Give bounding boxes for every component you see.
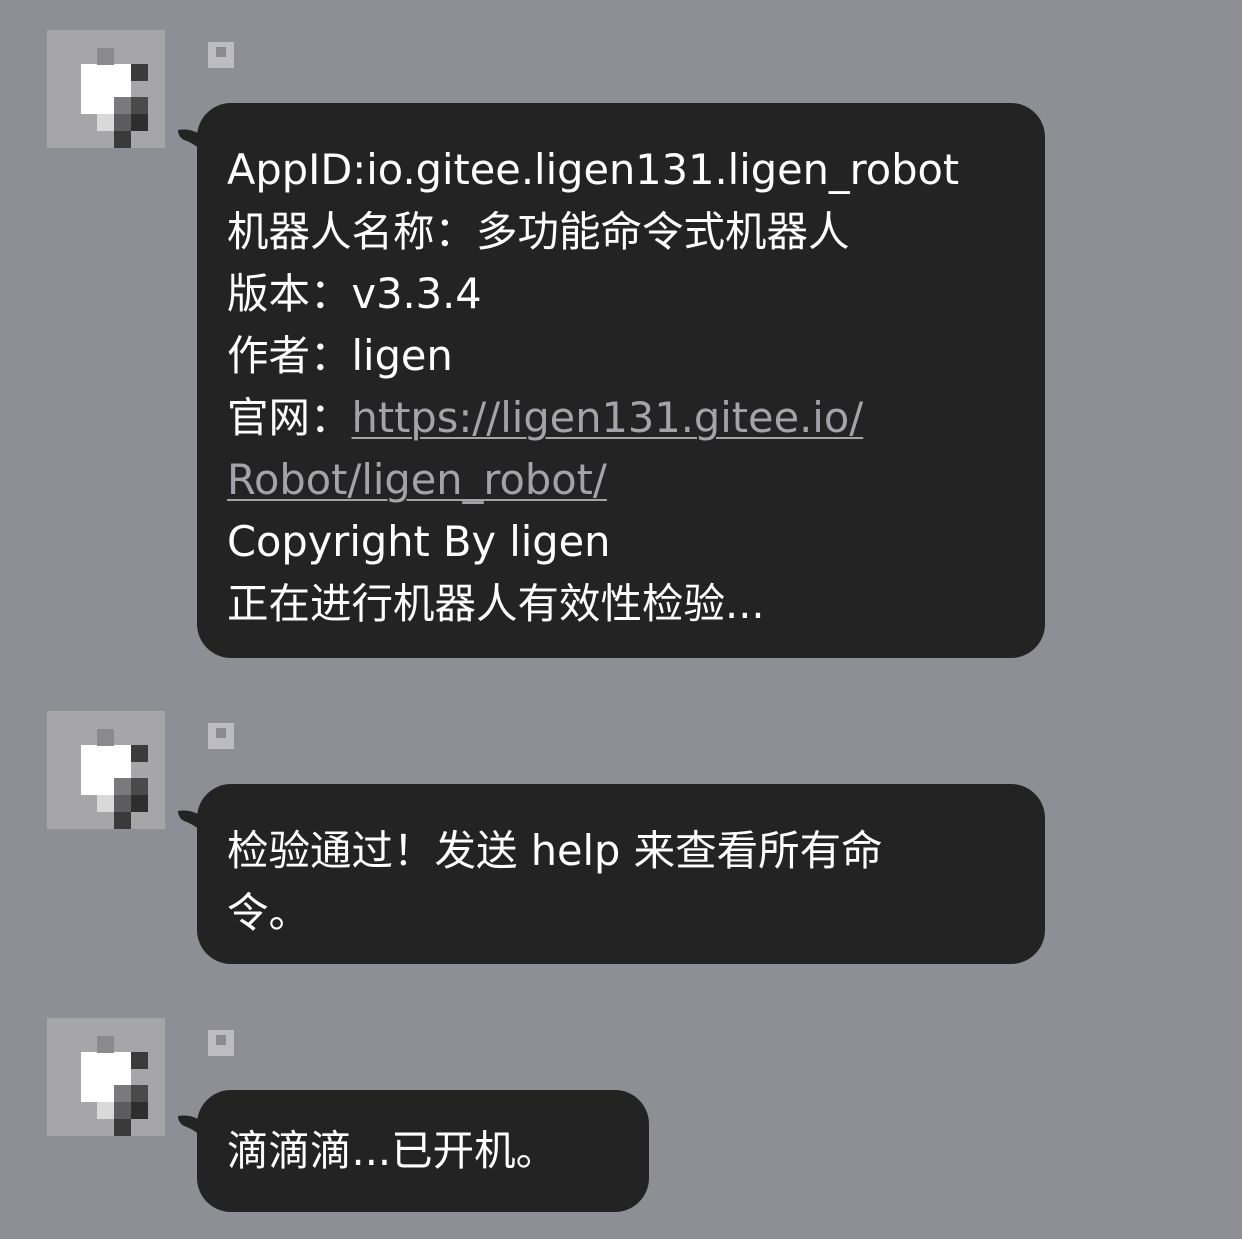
message-line-appid: AppID:io.gitee.ligen131.ligen_robot bbox=[227, 145, 960, 194]
sender-badge-icon bbox=[208, 1030, 234, 1056]
avatar-pixel bbox=[114, 1119, 131, 1136]
avatar-pixel bbox=[131, 1102, 148, 1119]
avatar-pixel bbox=[131, 1052, 148, 1069]
message-bubble[interactable]: AppID:io.gitee.ligen131.ligen_robot 机器人名… bbox=[197, 103, 1045, 658]
message-line: 令。 bbox=[227, 888, 311, 937]
robot-name-label: 机器人名称： bbox=[227, 207, 477, 256]
avatar-pixel bbox=[97, 1036, 114, 1053]
message-line-copyright: Copyright By ligen bbox=[227, 517, 611, 566]
version-value: v3.3.4 bbox=[351, 269, 482, 318]
avatar-pixel bbox=[114, 97, 131, 114]
avatar-pixel bbox=[97, 114, 114, 131]
website-label: 官网： bbox=[227, 393, 352, 442]
message-line-website-cont: Robot/ligen_robot/ bbox=[227, 449, 1015, 511]
author-label: 作者： bbox=[227, 331, 352, 380]
message-line-checking: 正在进行机器人有效性检验... bbox=[227, 579, 765, 628]
message-bubble[interactable]: 检验通过！发送 help 来查看所有命 令。 bbox=[197, 784, 1045, 964]
avatar-pixel bbox=[131, 795, 148, 812]
message-line-author: 作者：ligen bbox=[227, 325, 1015, 387]
message-line: 滴滴滴...已开机。 bbox=[227, 1126, 558, 1175]
website-link-continued[interactable]: Robot/ligen_robot/ bbox=[227, 455, 607, 504]
avatar-pixel bbox=[114, 1102, 131, 1119]
avatar-pixel bbox=[114, 812, 131, 829]
message-line-website: 官网：https://ligen131.gitee.io/ bbox=[227, 387, 1015, 449]
message-line: 检验通过！发送 help 来查看所有命 bbox=[227, 826, 883, 875]
version-label: 版本： bbox=[227, 269, 352, 318]
website-link[interactable]: https://ligen131.gitee.io/ bbox=[352, 393, 864, 442]
avatar-pixel bbox=[114, 795, 131, 812]
avatar-pixel bbox=[131, 1085, 148, 1102]
sender-badge-icon bbox=[208, 42, 234, 68]
avatar-pixel bbox=[131, 97, 148, 114]
avatar-pixel bbox=[114, 778, 131, 795]
avatar-pixel bbox=[131, 114, 148, 131]
sender-avatar[interactable] bbox=[47, 30, 165, 148]
avatar-pixel bbox=[131, 64, 148, 81]
author-value: ligen bbox=[351, 331, 453, 380]
avatar-pixel bbox=[114, 1085, 131, 1102]
avatar-pixel bbox=[97, 48, 114, 65]
sender-badge-icon bbox=[208, 723, 234, 749]
avatar-pixel bbox=[114, 114, 131, 131]
avatar-pixel bbox=[114, 131, 131, 148]
message-line-robot-name: 机器人名称：多功能命令式机器人 bbox=[227, 201, 1015, 263]
robot-name-value: 多功能命令式机器人 bbox=[476, 207, 850, 256]
avatar-pixel bbox=[131, 745, 148, 762]
avatar-pixel bbox=[97, 795, 114, 812]
chat-window: { "messages": [ { "lines": { "appid": "A… bbox=[0, 0, 1242, 1239]
message-line-version: 版本：v3.3.4 bbox=[227, 263, 1015, 325]
sender-avatar[interactable] bbox=[47, 1018, 165, 1136]
avatar-pixel bbox=[97, 729, 114, 746]
message-bubble[interactable]: 滴滴滴...已开机。 bbox=[197, 1090, 649, 1212]
sender-avatar[interactable] bbox=[47, 711, 165, 829]
avatar-pixel bbox=[131, 778, 148, 795]
avatar-pixel bbox=[97, 1102, 114, 1119]
